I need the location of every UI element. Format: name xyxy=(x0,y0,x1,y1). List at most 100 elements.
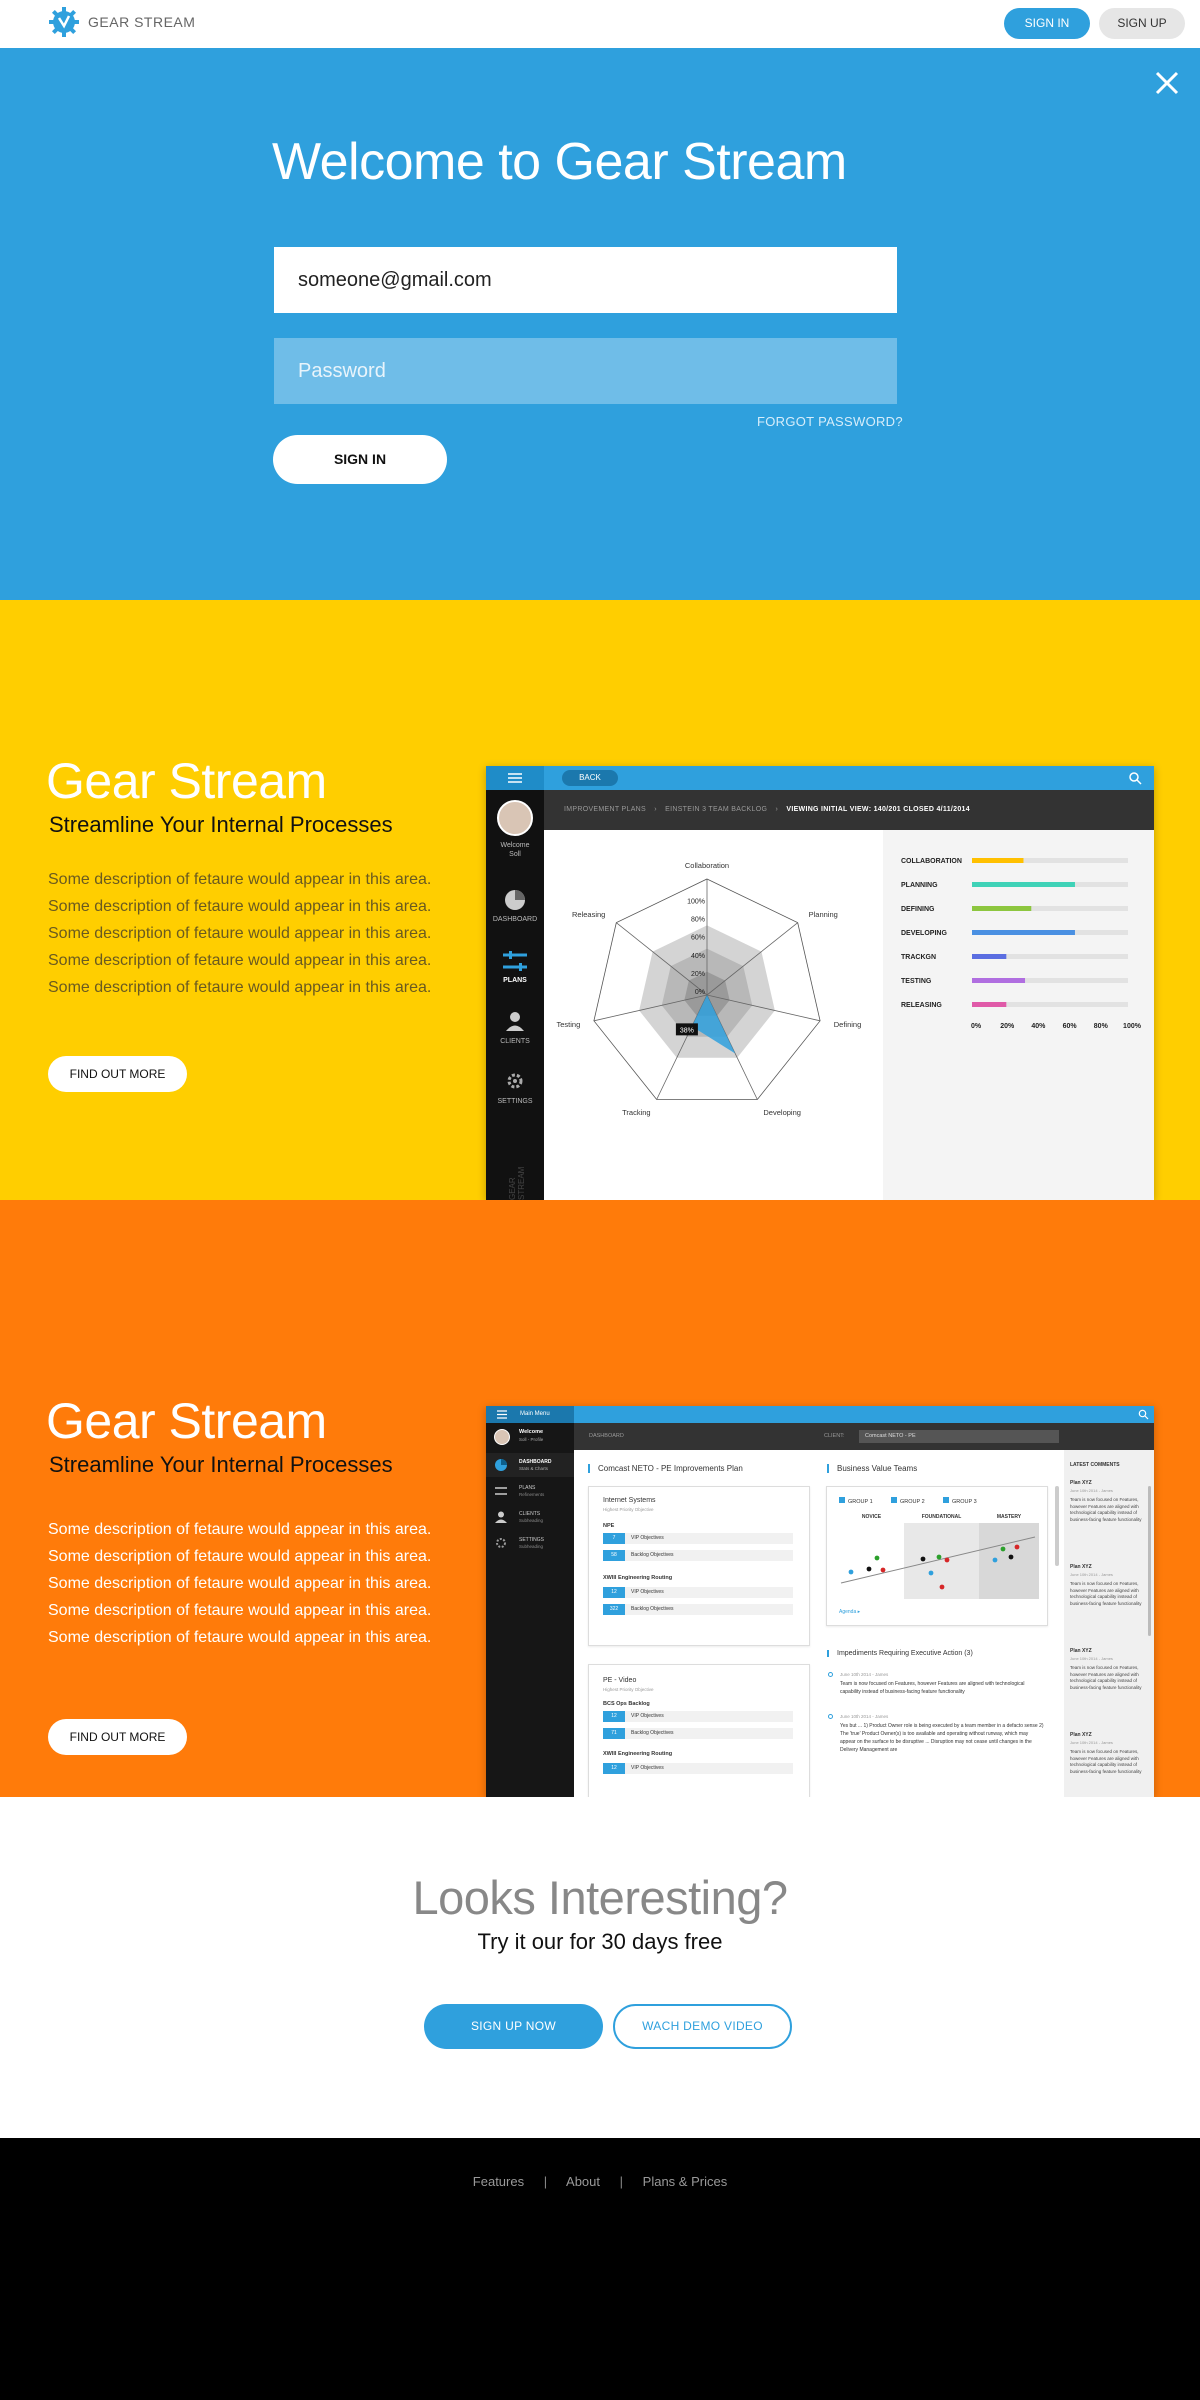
screenshot-subbar: DASHBOARD CLIENT: Comcast NETO - PE xyxy=(574,1423,1154,1450)
breadcrumb-view: VIEWING INITIAL VIEW: 140/201 CLOSED 4/1… xyxy=(786,806,970,813)
scatter-chart: GROUP 1 GROUP 2 GROUP 3 NOVICE FOUNDATIONAL M… xyxy=(839,1497,1039,1615)
feature-subtitle: Streamline Your Internal Processes xyxy=(49,812,393,837)
bar-tick-label: 20% xyxy=(1000,1023,1015,1030)
sidebar-user: Soll xyxy=(509,851,521,858)
latest-comments-panel: LATEST COMMENTS Plan XYZ June 10th 2014 -… xyxy=(1064,1450,1154,1797)
scrollbar[interactable] xyxy=(1055,1486,1059,1566)
footer-link-features[interactable]: Features xyxy=(473,2174,524,2189)
scatter-point xyxy=(848,1569,854,1575)
comment-item: Plan XYZ June 10th 2014 - James Team is no… xyxy=(1070,1648,1144,1691)
feature-description: Some description of fetaure would appear… xyxy=(48,1521,432,1646)
radar-tick-label: 40% xyxy=(691,953,705,960)
dashboard-icon xyxy=(505,890,525,910)
plan-title: Comcast NETO - PE Improvements Plan xyxy=(588,1464,743,1473)
cta-title: Looks Interesting? xyxy=(412,1871,788,1924)
bar-label: PLANNING xyxy=(901,882,938,889)
scatter-point xyxy=(920,1556,926,1562)
radar-callout-label: 38% xyxy=(680,1027,694,1034)
bar-fill xyxy=(972,978,1026,983)
feature-subtitle: Streamline Your Internal Processes xyxy=(49,1452,393,1477)
footer-link-plans[interactable]: Plans & Prices xyxy=(643,2174,728,2189)
bar-fill xyxy=(972,954,1007,959)
radar-tick-label: 80% xyxy=(691,917,705,924)
comment-meta: June 10th 2014 - James xyxy=(1070,1656,1113,1661)
plans-icon xyxy=(503,951,527,971)
bar-label: DEFINING xyxy=(901,906,935,913)
forgot-password-link[interactable]: FORGOT PASSWORD? xyxy=(757,414,903,429)
objective-card: PE - Video Highest Priority Objective BC… xyxy=(588,1664,810,1797)
radar-chart: Collaboration Planning Defining Developing T… xyxy=(556,861,861,1117)
sign-up-now-button[interactable]: SIGN UP NOW xyxy=(424,2004,603,2049)
sidebar-settings: SETTINGS xyxy=(497,1098,533,1105)
radar-axis-label: Collaboration xyxy=(685,861,729,870)
header-sign-up-button[interactable]: SIGN UP xyxy=(1099,8,1185,39)
comment-item: Plan XYZ June 10th 2014 - James Team is no… xyxy=(1070,1480,1144,1523)
bar-fill xyxy=(972,1002,1007,1007)
scatter-point xyxy=(1014,1544,1020,1550)
client-select: Comcast NETO - PE xyxy=(859,1430,1059,1443)
comment-text: Team is now focused on Features, however… xyxy=(1070,1497,1142,1522)
legend-label: GROUP 2 xyxy=(900,1499,925,1505)
zone-label: MASTERY xyxy=(997,1514,1022,1520)
footer-separator: | xyxy=(543,2174,548,2189)
settings-icon xyxy=(507,1073,523,1089)
close-icon[interactable] xyxy=(1154,70,1180,96)
comment-meta: June 10th 2014 - James xyxy=(1070,1488,1113,1493)
bvt-title: Business Value Teams xyxy=(827,1464,917,1473)
screenshot-sidebar: Welcome Soll DASHBOARD PLANS CLIENTS SET… xyxy=(486,790,544,1200)
settings-icon xyxy=(496,1538,506,1548)
zone-band xyxy=(979,1523,1039,1599)
objective-row: 71 Backlog Objectives xyxy=(603,1728,793,1739)
legend-swatch xyxy=(891,1497,897,1503)
sidebar-welcome: Welcome xyxy=(519,1429,544,1435)
find-out-more-button[interactable]: FIND OUT MORE xyxy=(48,1719,187,1755)
dashboard-screenshot-radar: BACK Welcome Soll DASHBOARD PLANS CLIENT… xyxy=(486,766,1154,1200)
comment-title: Plan XYZ xyxy=(1070,1732,1092,1738)
bar-tick-label: 80% xyxy=(1094,1023,1109,1030)
scatter-point xyxy=(939,1584,945,1590)
bar-label: RELEASING xyxy=(901,1002,942,1009)
legend-label: GROUP 1 xyxy=(848,1499,873,1505)
email-field[interactable]: someone@gmail.com xyxy=(274,247,897,313)
logo[interactable]: GEAR STREAM xyxy=(48,6,195,38)
bar-label: TESTING xyxy=(901,978,932,985)
dashboard-main: Comcast NETO - PE Improvements Plan Busi… xyxy=(574,1450,1064,1797)
radar-axis-label: Releasing xyxy=(572,910,605,919)
bar-label: TRACKGN xyxy=(901,954,936,961)
password-field[interactable]: Password xyxy=(274,338,897,404)
zone-label: NOVICE xyxy=(862,1514,882,1520)
sidebar-item-dashboard: DASHBOARD Stats & Charts xyxy=(486,1453,574,1477)
dashboard-icon xyxy=(495,1459,507,1471)
radar-axis-label: Developing xyxy=(763,1108,801,1117)
sign-in-button[interactable]: SIGN IN xyxy=(273,435,447,484)
comment-title: Plan XYZ xyxy=(1070,1480,1092,1486)
bar-fill xyxy=(972,882,1075,887)
radar-axis-label: Planning xyxy=(809,910,838,919)
back-button: BACK xyxy=(562,770,618,786)
bar-fill xyxy=(972,858,1024,863)
avatar xyxy=(494,1429,510,1445)
scatter-point xyxy=(866,1566,872,1572)
footer-links: Features | About | Plans & Prices xyxy=(0,2174,1200,2189)
objective-row: 7 VIP Objectives xyxy=(603,1533,793,1544)
sidebar-item-plans: PLANS Refinements xyxy=(486,1479,574,1503)
feature-title: Gear Stream xyxy=(46,753,327,809)
sidebar-item-settings: SETTINGS Subheading xyxy=(486,1531,574,1555)
zone-band xyxy=(839,1523,904,1599)
impediments-list: June 10th 2014 - James Team is now focus… xyxy=(826,1664,1048,1797)
comment-meta: June 10th 2014 - James xyxy=(1070,1740,1113,1745)
footer-link-about[interactable]: About xyxy=(566,2174,600,2189)
avatar xyxy=(497,800,533,836)
screenshot-topbar xyxy=(486,1406,1154,1423)
scatter-point xyxy=(944,1557,950,1563)
scrollbar[interactable] xyxy=(1148,1486,1151,1636)
screenshot-sidebar: Welcome Soll - Profile DASHBOARD Stats &… xyxy=(486,1423,574,1797)
header-sign-in-button[interactable]: SIGN IN xyxy=(1004,8,1090,39)
radar-axis-label: Tracking xyxy=(622,1108,650,1117)
clients-icon xyxy=(495,1511,507,1523)
bar-tick-label: 60% xyxy=(1063,1023,1078,1030)
find-out-more-button[interactable]: FIND OUT MORE xyxy=(48,1056,187,1092)
scatter-point xyxy=(1000,1546,1006,1552)
watch-demo-button[interactable]: WACH DEMO VIDEO xyxy=(613,2004,792,2049)
zone-label: FOUNDATIONAL xyxy=(922,1514,962,1520)
